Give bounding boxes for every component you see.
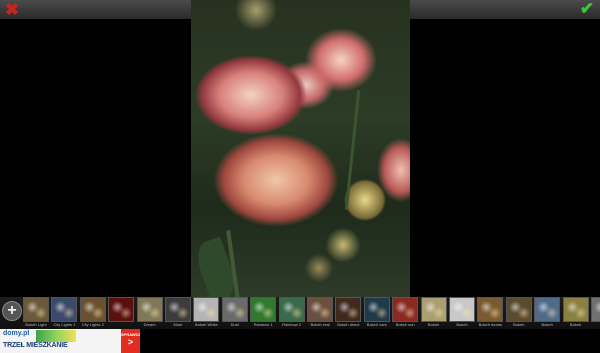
filter-preview (307, 297, 333, 322)
filter-label: City Lights 1 (53, 322, 76, 327)
filter-preview (193, 297, 220, 322)
add-filter-button[interactable]: + (2, 301, 22, 321)
filter-preview (250, 297, 277, 322)
filter-preview (363, 297, 390, 322)
filter-label: Rainbow 1 (253, 322, 273, 327)
filter-thumbnail[interactable]: Bokeh (505, 297, 533, 329)
ad-logo: domy.pl (3, 330, 30, 337)
filter-preview (165, 297, 191, 322)
filter-label: Mute (173, 322, 183, 327)
filter-label: Bokeh hearts (478, 322, 503, 327)
filter-label: Rainbow 2 (282, 322, 302, 327)
filter-preview (221, 297, 248, 322)
filter-thumbnail[interactable]: Bokeh (420, 297, 448, 329)
filter-thumbnail[interactable]: Bokeh hearts (476, 297, 504, 329)
filter-preview (23, 297, 49, 322)
filter-thumbnail[interactable]: Rainbow 2 (278, 297, 306, 329)
filter-preview (591, 297, 600, 322)
filter-thumbnail[interactable] (107, 297, 135, 329)
filter-preview (505, 297, 532, 322)
ad-headline: TRZEŁ MIESZKANIE (3, 342, 68, 349)
filter-label: Bokeh (513, 322, 525, 327)
chevron-right-icon: > (127, 337, 134, 347)
filter-label: Bokeh real (310, 322, 330, 327)
filter-label: Bokeh (541, 322, 553, 327)
filter-thumbnail[interactable]: Bokeh direct (334, 297, 362, 329)
filter-thumbnail[interactable]: City Lights 2 (79, 297, 107, 329)
filter-thumbnail[interactable]: Bokeh Light (22, 297, 50, 329)
filter-label: Dust (230, 322, 239, 327)
filter-label: Bokeh White (195, 322, 218, 327)
filter-thumbnail[interactable]: Dust (221, 297, 249, 329)
filter-thumbnail[interactable]: Bokeh real (306, 297, 334, 329)
filter-thumbnail[interactable]: Bokeh sun (391, 297, 419, 329)
filter-label: Bokeh direct (337, 322, 360, 327)
filter-preview (392, 297, 419, 322)
filter-preview (562, 297, 589, 322)
filter-preview (79, 297, 106, 322)
filter-label: Bokeh Light (25, 322, 47, 327)
filter-thumbnail[interactable]: Bokeh cars (363, 297, 391, 329)
filter-thumbnail[interactable]: Bokeh (562, 297, 590, 329)
filter-label: Bokeh (427, 322, 440, 327)
ad-graphic (36, 330, 76, 342)
filter-thumbnail[interactable]: Rainbow 1 (249, 297, 277, 329)
filter-preview (477, 297, 504, 322)
filter-preview (108, 297, 135, 322)
filter-thumbnail[interactable]: Bokeh (448, 297, 476, 329)
filter-label: Bokeh (569, 322, 582, 327)
ad-cta-button[interactable]: SPRAWDŹ > (121, 329, 140, 353)
filter-thumbnail[interactable]: Mute (164, 297, 192, 329)
filter-strip: + Bokeh Light City Lights 1 City Lights 2 D… (0, 297, 600, 329)
filter-thumbnail[interactable]: Bokeh (533, 297, 561, 329)
filter-preview (420, 297, 447, 322)
filter-label: Bokeh sun (395, 322, 415, 327)
filter-label: Dream (143, 322, 156, 327)
close-icon[interactable]: ✖ (3, 1, 21, 18)
photo-stem (344, 90, 361, 210)
filter-preview (335, 297, 362, 322)
filter-preview (534, 297, 561, 322)
filter-preview (449, 297, 475, 322)
checkmark-icon[interactable]: ✔ (578, 0, 596, 18)
ad-banner[interactable]: domy.pl TRZEŁ MIESZKANIE SPRAWDŹ > (0, 329, 140, 353)
filter-label: City Lights 2 (81, 322, 104, 327)
filter-preview (51, 297, 78, 322)
filter-thumbnail[interactable]: B (590, 297, 600, 329)
filter-preview (278, 297, 305, 322)
filter-label: Bokeh cars (366, 322, 387, 327)
filter-preview (136, 297, 163, 322)
filter-thumbnail[interactable]: Dream (136, 297, 164, 329)
photo-canvas[interactable] (191, 0, 410, 297)
filter-label: B (590, 322, 600, 328)
filter-thumbnail[interactable]: Bokeh White (192, 297, 220, 329)
filter-label: Bokeh (456, 322, 468, 327)
filter-thumbnail[interactable]: City Lights 1 (50, 297, 78, 329)
